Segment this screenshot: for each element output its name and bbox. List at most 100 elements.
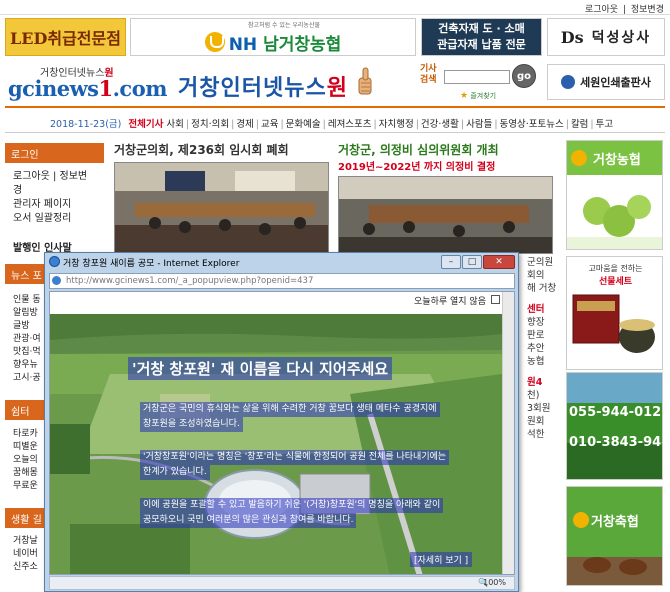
nav-separator: | xyxy=(185,119,190,130)
sewon-logo-icon xyxy=(561,75,576,89)
zoom-level[interactable]: 100% xyxy=(483,578,506,587)
nav-separator: | xyxy=(322,119,326,130)
logo-domain-tld: .com xyxy=(112,76,168,101)
logo-domain-one: 1 xyxy=(98,76,113,101)
nav-separator: | xyxy=(415,119,419,130)
phone-ad[interactable]: 055-944-0126 010-3843-9440 xyxy=(566,372,663,480)
status-bar: 🔍 100% xyxy=(49,576,515,590)
thumbs-up-icon xyxy=(358,67,372,95)
aerial-park-photo xyxy=(50,314,502,574)
construction-line1: 건축자재 도 · 소매 xyxy=(438,22,525,35)
close-button[interactable]: ✕ xyxy=(483,255,515,269)
headline-2-sub[interactable]: 2019년~2022년 까지 의정비 결정 xyxy=(338,158,495,173)
nav-item[interactable]: 문화예술 xyxy=(286,119,321,130)
sidebar-login-header: 로그인 xyxy=(5,143,104,163)
nav-item[interactable]: 정치·의회 xyxy=(191,119,229,130)
settle-link[interactable]: 오서 일괄정리 xyxy=(5,212,104,226)
phone-2: 010-3843-9440 xyxy=(569,435,662,450)
headline-2-photo[interactable] xyxy=(338,176,553,254)
popup-scrollbar[interactable] xyxy=(502,292,514,574)
article-snippet[interactable]: 회의 xyxy=(527,269,563,282)
nav-item[interactable]: 투고 xyxy=(596,119,613,130)
article-snippet[interactable]: 3회원 xyxy=(527,402,563,415)
ds-banner[interactable]: Ds 덕성상사 xyxy=(547,18,665,56)
nh-name: 남거창농협 xyxy=(263,34,342,55)
ie-icon xyxy=(49,256,60,267)
main-nav: 2018-11-23(금) 전체기사 사회 | 정치·의회 | 경제 | 교육 | 문화예술 | 레… xyxy=(50,116,613,130)
article-snippet[interactable]: 추안 xyxy=(527,342,563,355)
minimize-button[interactable]: – xyxy=(441,255,461,269)
article-snippet[interactable]: 석한 xyxy=(527,428,563,441)
nav-item[interactable]: 동영상·포토뉴스 xyxy=(500,119,564,130)
construction-banner[interactable]: 건축자재 도 · 소매 관급자재 납품 전문 xyxy=(421,18,542,56)
search-go-button[interactable]: go xyxy=(512,64,536,88)
search-input[interactable] xyxy=(444,70,510,84)
article-snippet[interactable]: 해 거창 xyxy=(527,282,563,295)
nh-logo-icon xyxy=(204,32,225,52)
maximize-button[interactable]: □ xyxy=(462,255,482,269)
today-close-checkbox[interactable] xyxy=(491,295,500,304)
headline-1-photo[interactable] xyxy=(114,162,329,254)
festival-ad[interactable]: 거창축협 xyxy=(566,486,663,586)
ds-mark: Ds xyxy=(560,27,584,47)
admin-page-link[interactable]: 관리자 페이지 xyxy=(5,198,104,212)
nav-item[interactable]: 칼럼 xyxy=(571,119,588,130)
nav-separator: | xyxy=(494,119,498,130)
nav-date: 2018-11-23(금) xyxy=(50,119,122,130)
nh-tagline: 참고처럼 수 있는 우리농산물 xyxy=(248,21,320,29)
nav-item[interactable]: 전체기사 xyxy=(128,119,163,130)
sidebar-account-links[interactable]: 로그아웃 | 정보변 xyxy=(5,170,104,184)
site-logo[interactable]: gcinews1.com xyxy=(8,76,167,101)
article-snippet[interactable]: 센터 xyxy=(527,303,563,316)
construction-line2: 관급자재 납품 전문 xyxy=(437,38,526,51)
today-close-label[interactable]: 오늘하루 열지 않음 xyxy=(414,294,486,307)
nav-item[interactable]: 자치행정 xyxy=(379,119,414,130)
nav-item[interactable]: 경제 xyxy=(236,119,253,130)
nh-banner[interactable]: 참고처럼 수 있는 우리농산물 NH 남거창농협 xyxy=(130,18,416,56)
headline-2[interactable]: 거창군, 의정비 심의위원회 개최 xyxy=(338,141,499,158)
sewon-banner[interactable]: 세원인쇄출판사 xyxy=(547,64,665,100)
nav-separator: | xyxy=(373,119,377,130)
popup-window: 거창 창포원 새이름 공모 - Internet Explorer – □ ✕ … xyxy=(44,252,519,592)
nav-item[interactable]: 건강·생활 xyxy=(421,119,459,130)
nav-item[interactable]: 사람들 xyxy=(466,119,492,130)
address-bar[interactable]: http://www.gcinews1.com/_a_popupview.php… xyxy=(49,273,515,289)
nav-top-border xyxy=(5,106,665,108)
favorite-link[interactable]: ★ 즐겨찾기 xyxy=(460,91,496,101)
led-banner-text: LED취급전문점 xyxy=(10,29,121,48)
article-snippet[interactable]: 향장 xyxy=(527,316,563,329)
popup-title: 거창 창포원 새이름 공모 - Internet Explorer xyxy=(63,259,240,269)
search-label: 기사 검색 xyxy=(420,64,437,85)
festival-text: 거창축협 xyxy=(591,515,639,530)
article-snippet[interactable]: 농협 xyxy=(527,355,563,368)
nav-item[interactable]: 레져스포츠 xyxy=(328,119,372,130)
sidebar-account: 로그아웃 | 정보변 경 관리자 페이지 오서 일괄정리 xyxy=(5,170,104,226)
headline-1[interactable]: 거창군의회, 제236회 임시회 폐회 xyxy=(114,141,289,158)
logo-domain-main: gcinews xyxy=(8,76,99,101)
gift-ad[interactable]: 고마움을 전하는 선물세트 xyxy=(566,256,663,370)
nh-ad-text: 거창농협 xyxy=(593,153,641,168)
article-snippet[interactable]: 원4 xyxy=(527,376,563,389)
more-link[interactable]: [자세히 보기 ] xyxy=(410,552,473,567)
star-icon: ★ xyxy=(460,91,469,101)
page-icon xyxy=(52,276,61,285)
nav-item[interactable]: 사회 xyxy=(166,119,183,130)
nav-item[interactable]: 교육 xyxy=(261,119,278,130)
article-snippets: 군의원 회의 해 거창센터 향장 판로 추안 농협원4 천) 3회원 원회 석한 xyxy=(527,256,563,441)
popup-heading: '거창 창포원' 재 이름을 다시 지어주세요 xyxy=(128,357,393,380)
nh-ad[interactable]: 거창농협 xyxy=(566,140,663,250)
article-snippet[interactable]: 천) xyxy=(527,389,563,402)
led-banner[interactable]: LED취급전문점 xyxy=(5,18,126,56)
article-snippet[interactable]: 판로 xyxy=(527,329,563,342)
nav-separator: | xyxy=(565,119,569,130)
article-snippet[interactable]: 군의원 xyxy=(527,256,563,269)
sewon-name: 세원인쇄출판사 xyxy=(580,76,651,89)
article-snippet[interactable]: 원회 xyxy=(527,415,563,428)
ds-name: 덕성상사 xyxy=(591,30,652,46)
popup-content: 오늘하루 열지 않음 '거창 창포원' 재 이름을 다시 지어주세요 거창군은 … xyxy=(49,291,515,575)
nav-separator: | xyxy=(280,119,284,130)
nh-prefix: NH xyxy=(228,34,258,55)
masthead[interactable]: 거창인터넷뉴스원 xyxy=(178,70,348,102)
nav-bottom-border xyxy=(5,132,665,133)
divider xyxy=(0,14,670,15)
